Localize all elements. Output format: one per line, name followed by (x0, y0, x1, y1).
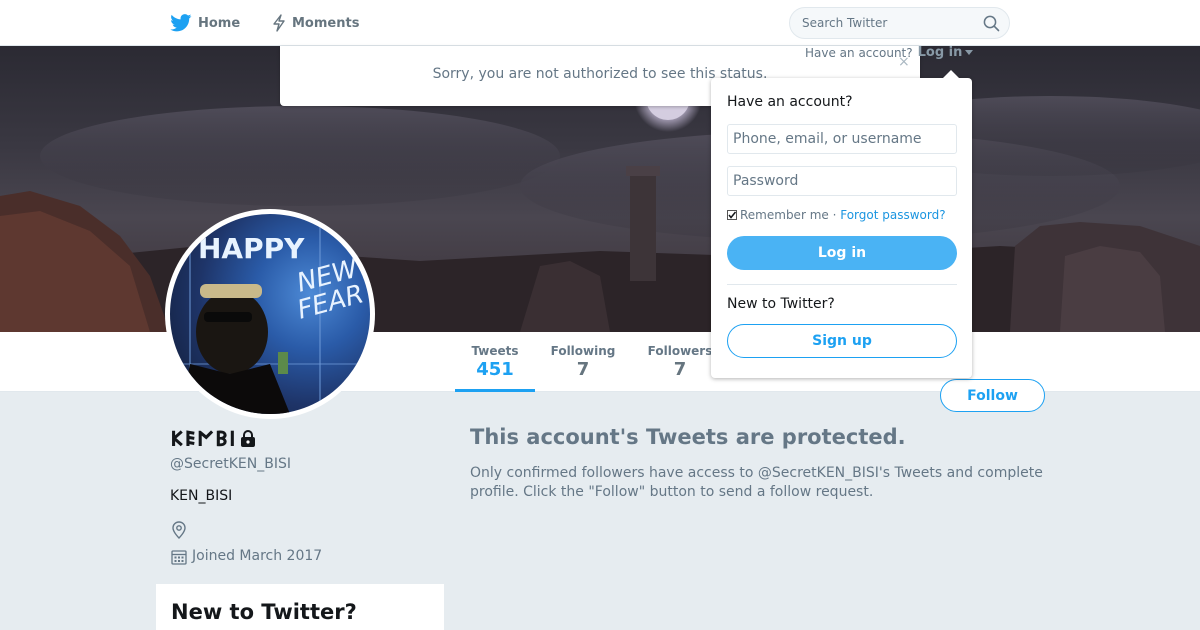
lock-icon (240, 430, 255, 447)
calendar-icon (171, 550, 187, 565)
twitter-bird-icon (170, 14, 192, 32)
avatar-illustration: HAPPY NEW FEAR (170, 214, 370, 414)
profile-bio: KEN_BISI (170, 488, 233, 504)
profile-display-name: 𐌊𐌄𐌍𐌁𐌉 (170, 427, 237, 451)
location-pin-icon (172, 521, 186, 539)
caret-down-icon (965, 50, 974, 55)
search-icon[interactable] (983, 15, 1000, 32)
login-prompt: Have an account? Log in (805, 45, 974, 60)
login-dropdown: Have an account? Remember me · Forgot pa… (711, 78, 972, 378)
follow-button[interactable]: Follow (940, 379, 1045, 412)
new-to-twitter-text: New to Twitter? (727, 296, 835, 312)
search-box (789, 7, 1010, 39)
dropdown-heading: Have an account? (727, 94, 853, 110)
stat-followers[interactable]: Followers 7 (642, 332, 718, 392)
login-toggle-label: Log in (917, 45, 963, 60)
username-field[interactable] (727, 124, 957, 154)
top-navigation-bar: Home Moments (0, 0, 1200, 46)
nav-moments-label: Moments (292, 15, 360, 31)
avatar[interactable]: HAPPY NEW FEAR (165, 209, 375, 419)
stat-followers-value: 7 (673, 359, 687, 380)
search-input[interactable] (790, 8, 980, 38)
profile-name: 𐌊𐌄𐌍𐌁𐌉 (170, 427, 257, 451)
separator-dot: · (828, 208, 841, 222)
login-button[interactable]: Log in (727, 236, 957, 270)
new-to-twitter-card: New to Twitter? (156, 584, 444, 630)
nav-home-link[interactable]: Home (170, 0, 240, 46)
stat-following-label: Following (550, 344, 616, 358)
remember-me-checkbox[interactable] (727, 210, 737, 220)
stat-tweets-value: 451 (476, 359, 514, 380)
stat-following[interactable]: Following 7 (545, 332, 621, 392)
stat-followers-label: Followers (647, 344, 713, 358)
stat-tweets-label: Tweets (471, 344, 519, 358)
lightning-bolt-icon (273, 14, 285, 32)
forgot-password-link[interactable]: Forgot password? (840, 208, 945, 222)
profile-handle[interactable]: @SecretKEN_BISI (170, 456, 291, 472)
remember-me-label[interactable]: Remember me (740, 208, 829, 222)
nav-home-label: Home (198, 15, 241, 31)
protected-body: Only confirmed followers have access to … (470, 465, 1043, 500)
protected-title: This account's Tweets are protected. (470, 425, 906, 449)
login-prompt-text: Have an account? (805, 45, 913, 60)
dropdown-pointer (941, 70, 961, 80)
dropdown-divider (727, 284, 957, 285)
avatar-photo: HAPPY NEW FEAR (170, 214, 370, 414)
joined-date: Joined March 2017 (192, 548, 323, 564)
signup-card-title: New to Twitter? (171, 600, 357, 624)
login-toggle[interactable]: Log in (918, 45, 974, 60)
neon-sign-happy: HAPPY (198, 232, 305, 265)
nav-moments-link[interactable]: Moments (272, 0, 359, 46)
remember-row: Remember me · Forgot password? (727, 208, 946, 222)
signup-button[interactable]: Sign up (727, 324, 957, 358)
stat-tweets[interactable]: Tweets 451 (455, 332, 535, 392)
stat-following-value: 7 (576, 359, 590, 380)
password-field[interactable] (727, 166, 957, 196)
